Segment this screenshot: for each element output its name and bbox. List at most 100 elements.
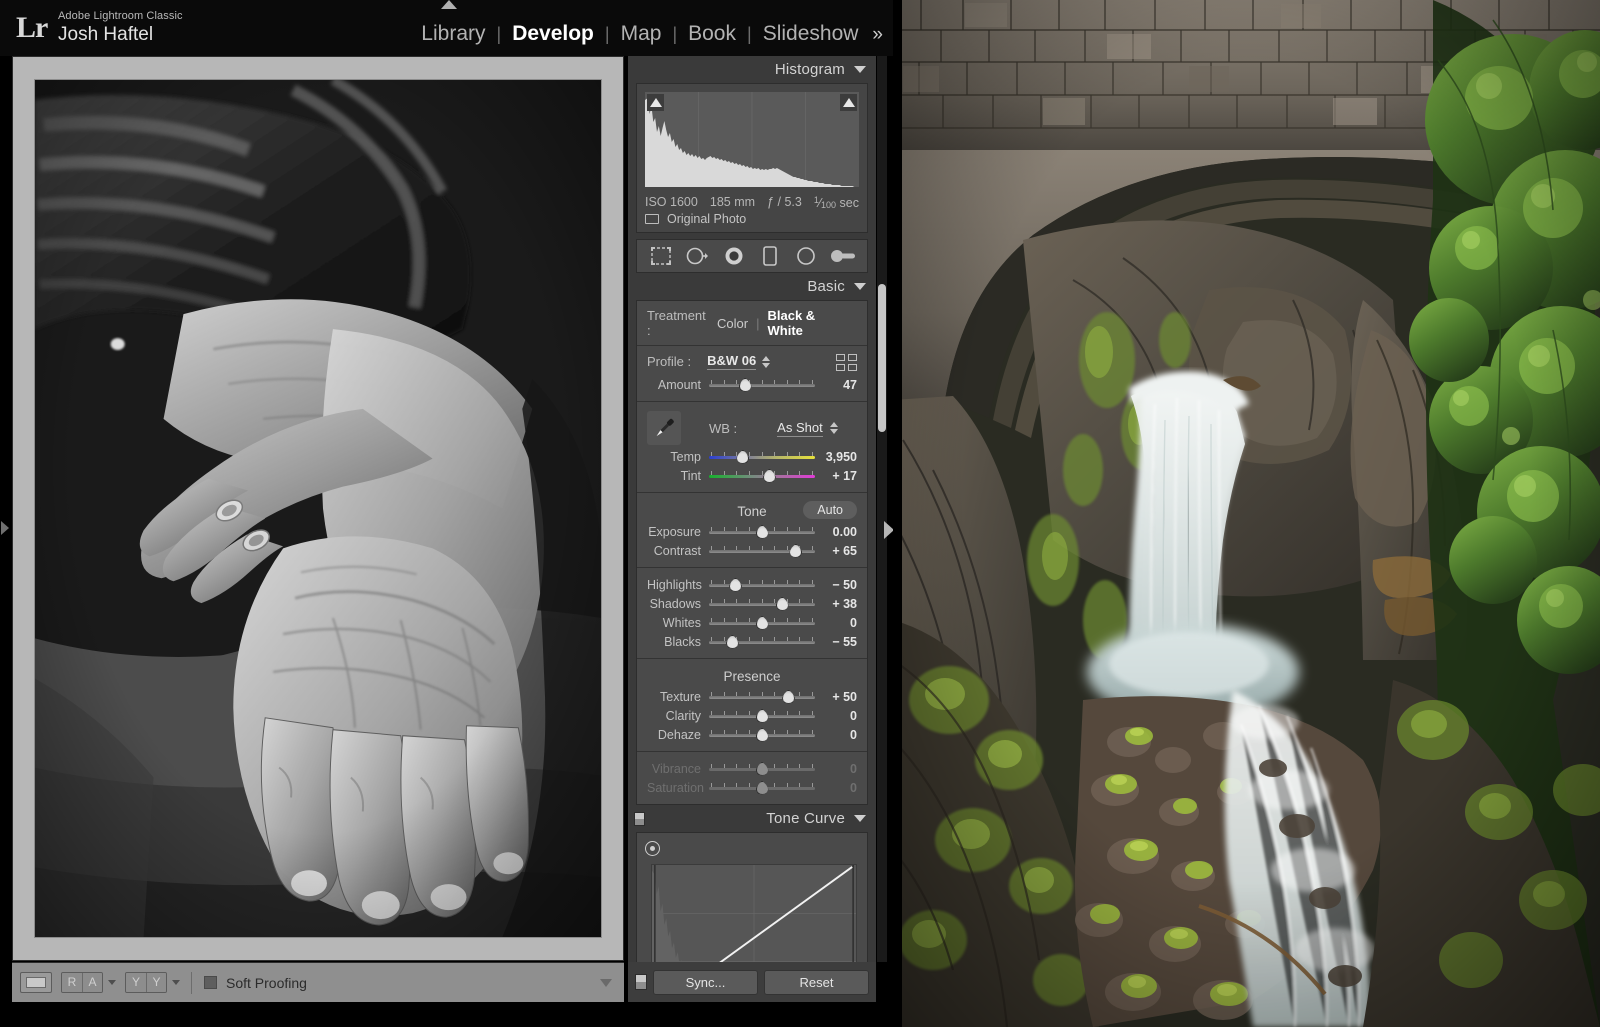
spot-removal-tool-icon[interactable] (684, 244, 710, 268)
contrast-slider-track[interactable] (709, 544, 815, 558)
temp-value: 3,950 (815, 450, 857, 464)
dehaze-slider-track[interactable] (709, 728, 815, 742)
copy-settings-menu-caret-icon[interactable] (172, 980, 180, 985)
panel-footer-switch[interactable] (635, 974, 647, 990)
clarity-slider-row: Clarity 0 (647, 706, 857, 725)
red-eye-correction-tool-icon[interactable] (721, 244, 747, 268)
contrast-value: + 65 (815, 544, 857, 558)
temp-label: Temp (647, 450, 709, 464)
module-book[interactable]: Book (677, 22, 747, 46)
profile-stepper-icon[interactable] (762, 356, 770, 368)
whites-slider-track[interactable] (709, 616, 815, 630)
module-overflow-chevrons-icon[interactable]: » (869, 24, 883, 46)
basic-collapse-triangle-icon[interactable] (854, 283, 866, 290)
copy-settings-view-button[interactable]: Y Y (125, 972, 167, 993)
highlights-value: − 50 (815, 578, 857, 592)
contrast-label: Contrast (647, 544, 709, 558)
before-after-menu-caret-icon[interactable] (108, 980, 116, 985)
histogram-panel: ISO 1600 185 mm ƒ / 5.3 1⁄100 sec Origin… (636, 83, 868, 233)
histogram-collapse-triangle-icon[interactable] (854, 66, 866, 73)
module-develop[interactable]: Develop (501, 22, 605, 46)
saturation-slider-row: Saturation 0 (647, 778, 857, 797)
tone-curve-title: Tone Curve (766, 810, 845, 827)
treatment-color-option[interactable]: Color (709, 316, 756, 331)
soft-proofing-checkbox[interactable] (204, 976, 217, 989)
crop-overlay-tool-icon[interactable] (648, 244, 674, 268)
module-map[interactable]: Map (610, 22, 673, 46)
shadows-slider-line (709, 603, 815, 606)
right-panel-scrollbar[interactable] (877, 56, 887, 962)
tone-header: Tone Auto (647, 500, 857, 522)
white-balance-value[interactable]: As Shot (777, 420, 823, 437)
exposure-slider-track[interactable] (709, 525, 815, 539)
tint-slider-track[interactable] (709, 469, 815, 483)
auto-tone-button[interactable]: Auto (803, 501, 857, 519)
tone-title: Tone (737, 504, 766, 519)
blacks-slider-line (709, 641, 815, 644)
contrast-slider-row: Contrast + 65 (647, 541, 857, 560)
photo-mat (34, 79, 602, 938)
amount-slider-track[interactable] (709, 378, 815, 392)
highlights-slider-track[interactable] (709, 578, 815, 592)
histogram-panel-header[interactable]: Histogram (628, 56, 876, 83)
texture-slider-track[interactable] (709, 690, 815, 704)
white-balance-stepper-icon[interactable] (830, 422, 838, 434)
before-after-view-button[interactable]: R A (61, 972, 103, 993)
tone-detail-section: Highlights − 50 Shadows (637, 568, 867, 659)
blacks-label: Blacks (647, 635, 709, 649)
tone-curve-panel (636, 832, 868, 962)
toolbar-divider (191, 972, 192, 994)
tone-curve-collapse-triangle-icon[interactable] (854, 815, 866, 822)
saturation-slider-track (709, 781, 815, 795)
before-after-left-label: R (62, 973, 82, 992)
copy-right-label: Y (146, 973, 166, 992)
masking-tool-icon[interactable] (757, 244, 783, 268)
tone-curve-enable-switch[interactable] (634, 812, 645, 826)
original-photo-toggle[interactable]: Original Photo (645, 212, 746, 226)
amount-slider-ticks (711, 380, 813, 384)
tint-value: + 17 (815, 469, 857, 483)
radial-filter-tool-icon[interactable] (793, 244, 819, 268)
amount-value: 47 (815, 378, 857, 392)
presence-title: Presence (647, 666, 857, 687)
vibrance-value: 0 (815, 762, 857, 776)
elderly-hands-black-and-white-photo[interactable] (35, 80, 601, 937)
texture-label: Texture (647, 690, 709, 704)
profile-value[interactable]: B&W 06 (707, 353, 756, 370)
shadow-clipping-indicator[interactable] (647, 94, 664, 111)
shadows-slider-track[interactable] (709, 597, 815, 611)
saturation-label: Saturation (647, 781, 709, 795)
module-library[interactable]: Library (410, 22, 496, 46)
clarity-slider-track[interactable] (709, 709, 815, 723)
blacks-slider-track[interactable] (709, 635, 815, 649)
treatment-black-and-white-option[interactable]: Black & White (760, 308, 858, 338)
focal-length-value: 185 mm (710, 195, 755, 209)
highlights-slider-line (709, 584, 815, 587)
highlight-clipping-indicator[interactable] (840, 94, 857, 111)
shadows-label: Shadows (647, 597, 709, 611)
blacks-slider-row: Blacks − 55 (647, 632, 857, 651)
top-panel-collapse-arrow[interactable] (441, 0, 457, 9)
temp-slider-track[interactable] (709, 450, 815, 464)
white-balance-eyedropper-icon[interactable] (647, 411, 681, 445)
basic-title: Basic (807, 278, 845, 295)
targeted-adjustment-tool-icon[interactable] (645, 841, 660, 856)
loupe-view-button[interactable] (20, 972, 52, 993)
histogram-graph[interactable] (645, 92, 859, 187)
toolbar-options-caret-icon[interactable] (600, 979, 612, 987)
right-panel-scrollbar-thumb[interactable] (878, 284, 886, 432)
tone-curve-graph[interactable] (651, 864, 857, 962)
lightroom-logo: Lr (16, 11, 47, 45)
shadows-value: + 38 (815, 597, 857, 611)
tone-curve-panel-header[interactable]: Tone Curve (628, 805, 876, 832)
profile-browser-grid-icon[interactable] (836, 354, 857, 371)
reset-button[interactable]: Reset (764, 970, 869, 995)
basic-panel-header[interactable]: Basic (628, 273, 876, 300)
left-panel-expand-arrow[interactable] (1, 521, 9, 535)
graduated-filter-tool-icon[interactable] (830, 244, 856, 268)
module-slideshow[interactable]: Slideshow (752, 22, 870, 46)
identity-plate[interactable]: Adobe Lightroom Classic Josh Haftel (58, 10, 183, 46)
treatment-label: Treatment : (647, 308, 709, 338)
waterfall-under-stone-bridge-photo (893, 0, 1600, 1027)
sync-button[interactable]: Sync... (653, 970, 758, 995)
